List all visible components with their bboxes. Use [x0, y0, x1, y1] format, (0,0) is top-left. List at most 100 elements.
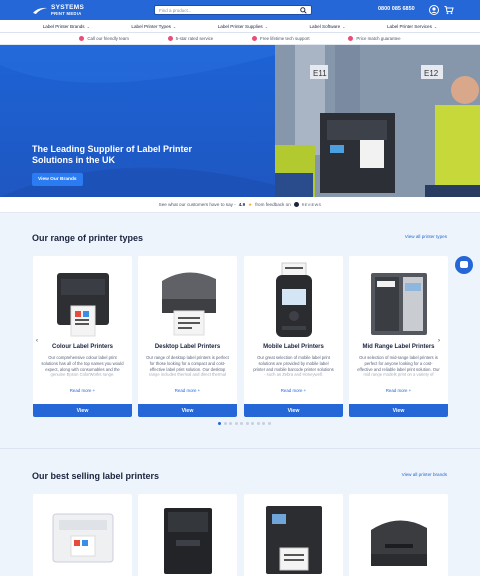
- card-title: Mid Range Label Printers: [362, 344, 435, 350]
- view-button[interactable]: View: [349, 404, 448, 417]
- chevron-down-icon: ⌄: [86, 23, 90, 29]
- price-tag-icon: [348, 36, 354, 41]
- view-button[interactable]: View: [138, 404, 237, 417]
- main-nav: Label Printer Brands ⌄ Label Printer Type…: [0, 20, 480, 33]
- review-text: See what our customers have to say -: [158, 202, 236, 207]
- usp-strip: Call our friendly team 5-star rated serv…: [0, 33, 480, 45]
- site-logo[interactable]: SYSTEMS PRINT MEDIA: [32, 3, 85, 16]
- hero-photo: E11 E12: [275, 45, 480, 197]
- cart-icon[interactable]: [444, 5, 454, 15]
- carousel-dot[interactable]: [256, 422, 260, 425]
- category-card-mobile[interactable]: Mobile Label Printers Our great selectio…: [244, 256, 343, 417]
- chevron-down-icon: ⌄: [433, 23, 438, 29]
- nav-item-services[interactable]: Label Printer Services ⌄: [387, 24, 437, 29]
- product-image: [164, 508, 212, 574]
- user-icon[interactable]: [429, 5, 439, 15]
- colour-printer-image: [57, 273, 109, 337]
- range-section-title: Our range of printer types: [32, 233, 144, 243]
- mobile-printer-image: [276, 262, 312, 337]
- view-button[interactable]: View: [244, 404, 343, 417]
- card-description: Our selection of mid-range label printer…: [357, 355, 440, 380]
- carousel-dot[interactable]: [240, 422, 243, 425]
- nav-label: Label Printer Supplies: [217, 23, 263, 29]
- carousel-dot[interactable]: [245, 422, 249, 425]
- svg-text:E11: E11: [313, 69, 327, 78]
- product-image: [266, 506, 322, 574]
- usp-item: 5-star rated service: [167, 36, 214, 41]
- section-divider: [0, 448, 480, 449]
- carousel-dot[interactable]: [262, 422, 265, 425]
- product-image: [371, 520, 427, 566]
- card-description: Our range of desktop label printers is p…: [146, 355, 229, 380]
- usp-label: 5-star rated service: [175, 36, 214, 41]
- search-placeholder: Find a product...: [159, 7, 192, 13]
- hero-title: The Leading Supplier of Label Printer So…: [32, 144, 193, 165]
- nav-item-types[interactable]: Label Printer Types ⌄: [131, 24, 176, 29]
- carousel-pagination: [218, 422, 271, 425]
- top-bar: SYSTEMS PRINT MEDIA Find a product... 08…: [0, 0, 480, 20]
- product-card[interactable]: [33, 494, 132, 576]
- search-input[interactable]: Find a product...: [154, 5, 312, 15]
- category-card-colour[interactable]: Colour Label Printers Our comprehensive …: [33, 256, 132, 417]
- carousel-prev-icon[interactable]: ‹: [36, 338, 38, 344]
- phone-number[interactable]: 0800 085 6850: [378, 6, 415, 12]
- rating-value: 4.9: [238, 202, 246, 207]
- chevron-down-icon: ⌄: [264, 23, 269, 29]
- chat-icon[interactable]: [455, 256, 473, 274]
- card-title: Colour Label Printers: [51, 344, 113, 350]
- logo-line1: SYSTEMS: [51, 3, 85, 11]
- carousel-dot[interactable]: [251, 422, 254, 425]
- chevron-down-icon: ⌄: [342, 23, 346, 29]
- carousel-dot[interactable]: [267, 422, 271, 425]
- carousel-dot[interactable]: [229, 422, 232, 425]
- nav-label: Label Printer Brands: [42, 23, 85, 29]
- view-all-brands-link[interactable]: View all printer brands: [402, 472, 447, 477]
- nav-item-supplies[interactable]: Label Printer Supplies ⌄: [218, 24, 268, 29]
- product-card[interactable]: [244, 494, 343, 576]
- usp-label: Free lifetime tech support: [260, 36, 310, 41]
- nav-item-software[interactable]: Label Software ⌄: [310, 24, 346, 29]
- category-card-midrange[interactable]: Mid Range Label Printers Our selection o…: [349, 256, 448, 417]
- reviews-logo-icon: [293, 202, 299, 207]
- carousel-dot[interactable]: [234, 422, 238, 425]
- nav-label: Label Printer Types: [131, 23, 171, 29]
- product-card[interactable]: [349, 494, 448, 576]
- desktop-printer-image: [162, 272, 216, 336]
- usp-item: Price match guarantee: [348, 36, 401, 41]
- star-icon: ★: [248, 201, 253, 207]
- support-icon: [252, 36, 258, 41]
- usp-item: Call our friendly team: [79, 36, 129, 41]
- phone-icon: [79, 36, 85, 41]
- product-image: [52, 513, 114, 563]
- carousel-dot[interactable]: [223, 422, 227, 425]
- nav-label: Label Software: [309, 23, 341, 29]
- carousel-next-icon[interactable]: ›: [438, 338, 440, 344]
- card-title: Desktop Label Printers: [154, 344, 221, 350]
- usp-label: Call our friendly team: [87, 36, 129, 41]
- read-more-link[interactable]: Read more +: [33, 388, 132, 393]
- view-brands-button[interactable]: View Our Brands: [32, 173, 83, 186]
- card-title: Mobile Label Printers: [263, 344, 324, 350]
- category-card-desktop[interactable]: Desktop Label Printers Our range of desk…: [138, 256, 237, 417]
- carousel-dot[interactable]: [218, 422, 221, 425]
- usp-label: Price match guarantee: [356, 36, 401, 41]
- review-bar[interactable]: See what our customers have to say - 4.9…: [0, 197, 480, 213]
- product-card[interactable]: [138, 494, 237, 576]
- read-more-link[interactable]: Read more +: [138, 388, 237, 393]
- star-icon: [167, 36, 173, 41]
- read-more-link[interactable]: Read more +: [244, 388, 343, 393]
- read-more-link[interactable]: Read more +: [349, 388, 448, 393]
- bestsellers-section-title: Our best selling label printers: [32, 471, 160, 481]
- search-icon[interactable]: [300, 6, 307, 14]
- nav-item-brands[interactable]: Label Printer Brands ⌄: [43, 24, 90, 29]
- nav-label: Label Printer Services: [386, 23, 432, 29]
- svg-text:E12: E12: [424, 69, 439, 78]
- view-all-types-link[interactable]: View all printer types: [405, 234, 447, 239]
- usp-item: Free lifetime tech support: [252, 36, 310, 41]
- logo-swoosh-icon: [33, 7, 47, 14]
- chevron-down-icon: ⌄: [172, 23, 177, 29]
- warehouse-photo: E11 E12: [275, 45, 480, 197]
- logo-line2: PRINT MEDIA: [51, 10, 82, 16]
- hero-banner: E11 E12 The Leading Supplier of Label Pr…: [0, 45, 480, 197]
- view-button[interactable]: View: [33, 404, 132, 417]
